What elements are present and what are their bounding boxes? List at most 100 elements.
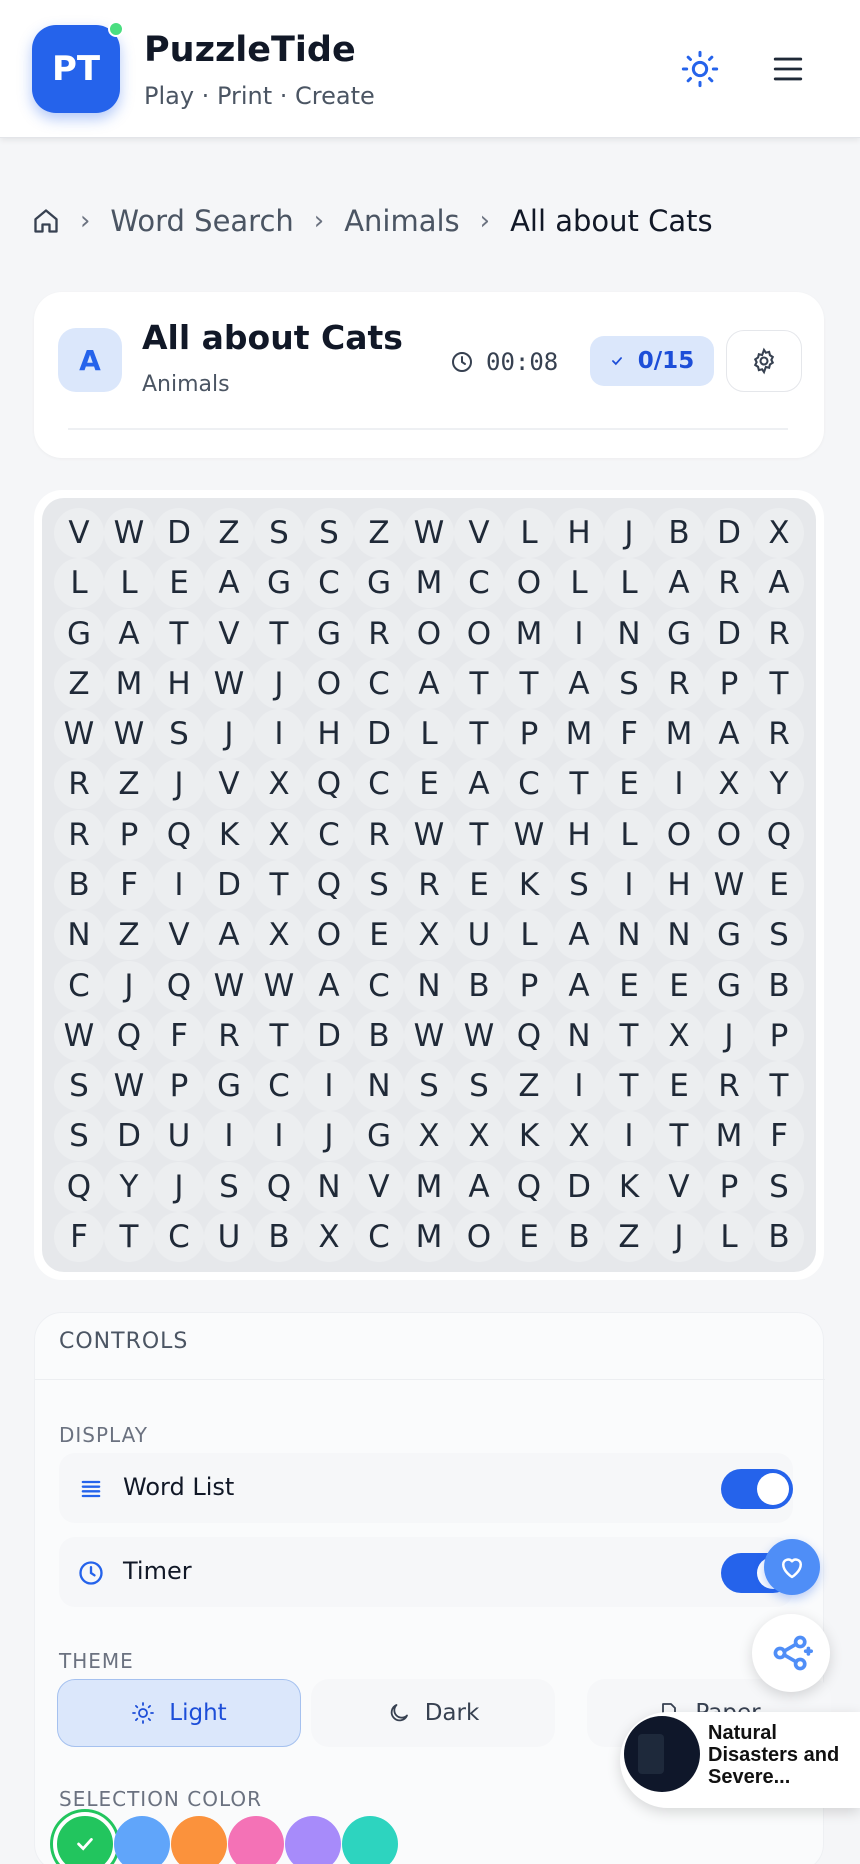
grid-cell[interactable]: H <box>554 809 604 860</box>
grid-cell[interactable]: J <box>604 508 654 558</box>
grid-cell[interactable]: W <box>104 709 154 760</box>
color-swatch[interactable] <box>171 1816 227 1864</box>
grid-cell[interactable]: S <box>204 1161 254 1212</box>
grid-cell[interactable]: X <box>654 1010 704 1061</box>
grid-cell[interactable]: J <box>254 658 304 709</box>
grid-cell[interactable]: G <box>354 1111 404 1162</box>
grid-cell[interactable]: D <box>554 1161 604 1212</box>
grid-cell[interactable]: J <box>154 759 204 810</box>
grid-cell[interactable]: Z <box>354 508 404 558</box>
grid-cell[interactable]: S <box>754 1161 804 1212</box>
grid-cell[interactable]: W <box>204 658 254 709</box>
grid-cell[interactable]: I <box>554 608 604 659</box>
grid-cell[interactable]: E <box>604 960 654 1011</box>
grid-cell[interactable]: L <box>604 558 654 609</box>
grid-cell[interactable]: C <box>304 558 354 609</box>
grid-cell[interactable]: N <box>554 1010 604 1061</box>
grid-cell[interactable]: F <box>54 1211 104 1262</box>
grid-cell[interactable]: T <box>604 1010 654 1061</box>
grid-cell[interactable]: R <box>704 1061 754 1112</box>
grid-cell[interactable]: S <box>454 1061 504 1112</box>
grid-cell[interactable]: G <box>54 608 104 659</box>
theme-light-button[interactable]: Light <box>57 1679 301 1747</box>
grid-cell[interactable]: Q <box>254 1161 304 1212</box>
grid-cell[interactable]: C <box>54 960 104 1011</box>
grid-cell[interactable]: N <box>54 910 104 961</box>
grid-cell[interactable]: Q <box>154 960 204 1011</box>
grid-cell[interactable]: J <box>154 1161 204 1212</box>
grid-cell[interactable]: X <box>404 910 454 961</box>
grid-cell[interactable]: J <box>704 1010 754 1061</box>
color-swatch[interactable] <box>342 1816 398 1864</box>
grid-cell[interactable]: K <box>504 859 554 910</box>
grid-cell[interactable]: D <box>104 1111 154 1162</box>
grid-cell[interactable]: G <box>204 1061 254 1112</box>
color-swatch[interactable] <box>285 1816 341 1864</box>
grid-cell[interactable]: R <box>404 859 454 910</box>
grid-cell[interactable]: M <box>554 709 604 760</box>
grid-cell[interactable]: W <box>454 1010 504 1061</box>
grid-cell[interactable]: C <box>354 1211 404 1262</box>
grid-cell[interactable]: C <box>254 1061 304 1112</box>
grid-cell[interactable]: T <box>104 1211 154 1262</box>
grid-cell[interactable]: T <box>754 1061 804 1112</box>
word-list-toggle-row[interactable]: Word List <box>59 1453 793 1523</box>
grid-cell[interactable]: G <box>304 608 354 659</box>
grid-cell[interactable]: C <box>504 759 554 810</box>
grid-cell[interactable]: B <box>754 1211 804 1262</box>
grid-cell[interactable]: E <box>504 1211 554 1262</box>
grid-cell[interactable]: E <box>654 960 704 1011</box>
grid-cell[interactable]: P <box>704 1161 754 1212</box>
grid-cell[interactable]: O <box>454 1211 504 1262</box>
grid-cell[interactable]: I <box>254 1111 304 1162</box>
brand-name[interactable]: PuzzleTide <box>144 30 356 70</box>
grid-cell[interactable]: N <box>304 1161 354 1212</box>
grid-cell[interactable]: C <box>354 960 404 1011</box>
grid-cell[interactable]: T <box>604 1061 654 1112</box>
grid-cell[interactable]: W <box>404 1010 454 1061</box>
grid-cell[interactable]: Z <box>604 1211 654 1262</box>
grid-cell[interactable]: A <box>554 910 604 961</box>
grid-cell[interactable]: G <box>704 960 754 1011</box>
grid-cell[interactable]: B <box>254 1211 304 1262</box>
grid-cell[interactable]: E <box>654 1061 704 1112</box>
breadcrumb-word-search[interactable]: Word Search <box>110 204 293 238</box>
grid-cell[interactable]: I <box>254 709 304 760</box>
breadcrumb-animals[interactable]: Animals <box>344 204 459 238</box>
grid-cell[interactable]: O <box>404 608 454 659</box>
grid-cell[interactable]: M <box>404 1161 454 1212</box>
grid-cell[interactable]: M <box>104 658 154 709</box>
grid-cell[interactable]: B <box>454 960 504 1011</box>
grid-cell[interactable]: O <box>504 558 554 609</box>
grid-cell[interactable]: V <box>154 910 204 961</box>
grid-cell[interactable]: U <box>204 1211 254 1262</box>
word-list-switch[interactable] <box>721 1469 793 1509</box>
grid-cell[interactable]: F <box>154 1010 204 1061</box>
grid-cell[interactable]: O <box>454 608 504 659</box>
grid-cell[interactable]: N <box>654 910 704 961</box>
grid-cell[interactable]: O <box>704 809 754 860</box>
grid-cell[interactable]: W <box>404 508 454 558</box>
grid-cell[interactable]: P <box>504 709 554 760</box>
grid-cell[interactable]: W <box>104 1061 154 1112</box>
settings-button[interactable] <box>726 330 802 392</box>
grid-cell[interactable]: Y <box>754 759 804 810</box>
home-icon[interactable] <box>32 207 60 235</box>
grid-cell[interactable]: L <box>54 558 104 609</box>
grid-cell[interactable]: W <box>504 809 554 860</box>
grid-cell[interactable]: I <box>154 859 204 910</box>
promo-card[interactable]: Natural Disasters and Severe... <box>620 1712 860 1808</box>
grid-cell[interactable]: W <box>104 508 154 558</box>
grid-cell[interactable]: B <box>354 1010 404 1061</box>
grid-cell[interactable]: A <box>204 910 254 961</box>
grid-cell[interactable]: B <box>654 508 704 558</box>
grid-cell[interactable]: U <box>154 1111 204 1162</box>
grid-cell[interactable]: A <box>204 558 254 609</box>
grid-cell[interactable]: G <box>654 608 704 659</box>
grid-cell[interactable]: Q <box>104 1010 154 1061</box>
grid-cell[interactable]: M <box>404 1211 454 1262</box>
grid-cell[interactable]: T <box>454 709 504 760</box>
grid-cell[interactable]: K <box>504 1111 554 1162</box>
favorite-button[interactable] <box>764 1539 820 1595</box>
grid-cell[interactable]: X <box>304 1211 354 1262</box>
